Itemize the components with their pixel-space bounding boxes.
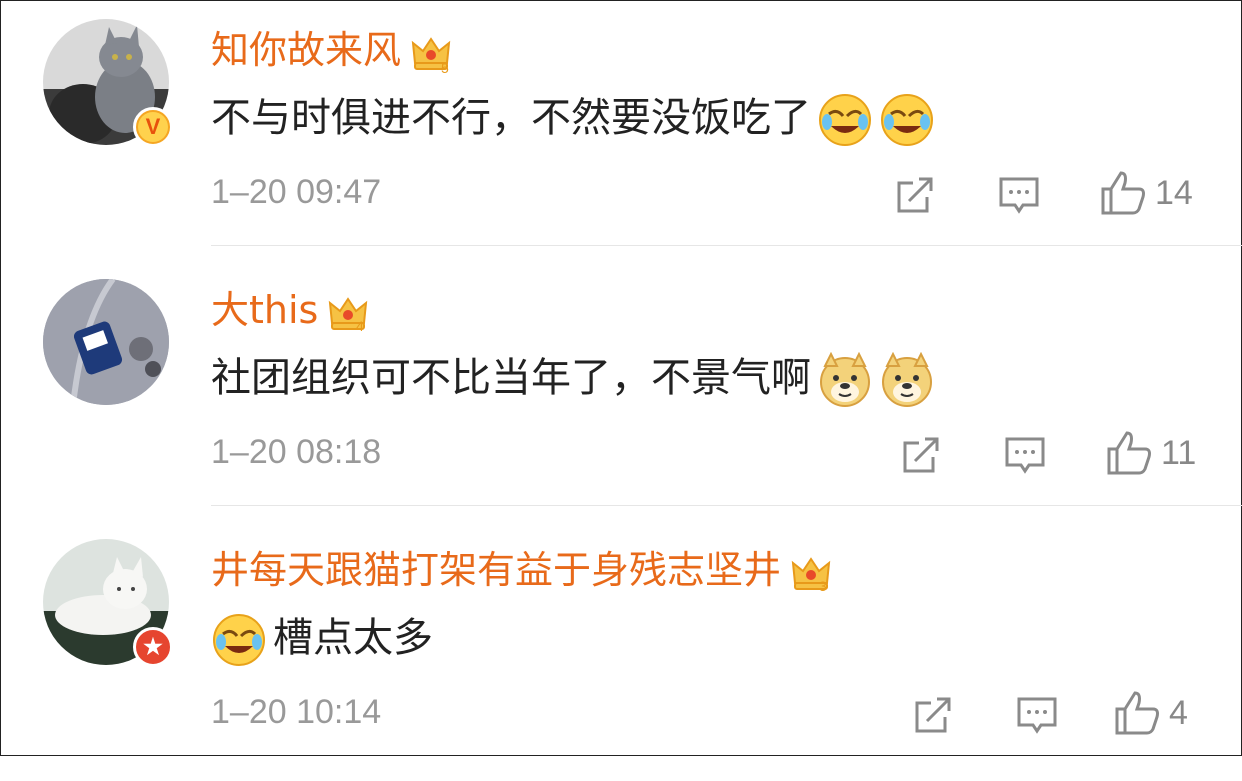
comment-icon (1017, 697, 1057, 734)
thumbs-up-icon (1101, 171, 1145, 215)
divider (211, 245, 1242, 246)
crown-level-icon: 5 (409, 31, 453, 76)
like-button[interactable]: 4 (1113, 691, 1188, 735)
laugh-cry-emoji (817, 92, 873, 148)
crown-level-icon: 4 (326, 291, 370, 335)
svg-text:5: 5 (441, 60, 449, 75)
comment-timestamp: 1–20 10:14 (211, 693, 382, 731)
username[interactable]: 井每天跟猫打架有益于身残志坚井 3 (211, 539, 833, 595)
thumbs-up-icon (1107, 431, 1151, 475)
laugh-cry-emoji (879, 92, 935, 148)
like-button[interactable]: 11 (1105, 431, 1196, 475)
username[interactable]: 知你故来风 5 (211, 19, 453, 76)
avatar[interactable] (43, 279, 169, 405)
avatar[interactable]: V (43, 19, 173, 147)
comment-text: 不与时俱进不行，不然要没饭吃了 (211, 85, 935, 148)
like-count: 4 (1169, 693, 1188, 732)
reply-button[interactable] (1003, 433, 1047, 477)
doge-emoji (879, 351, 935, 408)
share-button[interactable] (899, 433, 943, 477)
comment-item: ★ 井每天跟猫打架有益于身残志坚井 3 槽点太多 1–20 10:14 4 (1, 521, 1242, 781)
username-label: 知你故来风 (211, 28, 402, 72)
share-icon (915, 697, 951, 733)
share-icon (897, 177, 933, 213)
doge-emoji (817, 351, 873, 408)
like-button[interactable]: 14 (1099, 171, 1193, 215)
like-count: 14 (1155, 173, 1193, 212)
username-label: 井每天跟猫打架有益于身残志坚井 (211, 548, 782, 592)
share-icon (903, 437, 939, 473)
share-button[interactable] (911, 693, 955, 737)
comment-timestamp: 1–20 09:47 (211, 173, 382, 211)
svg-text:3: 3 (819, 578, 827, 594)
comment-item: 大this 4 社团组织可不比当年了，不景气啊 1–20 08:18 11 (1, 261, 1242, 521)
comment-text: 槽点太多 (211, 605, 433, 668)
reply-button[interactable] (1015, 693, 1059, 737)
laugh-cry-emoji (211, 612, 267, 668)
divider (211, 505, 1242, 506)
comment-item: V 知你故来风 5 不与时俱进不行，不然要没饭吃了 1–20 09:47 14 (1, 1, 1242, 261)
like-count: 11 (1161, 433, 1197, 472)
star-badge-icon: ★ (133, 627, 173, 667)
crown-level-icon: 3 (789, 551, 833, 595)
svg-text:4: 4 (356, 318, 364, 334)
verified-badge-icon: V (133, 107, 173, 147)
thumbs-up-icon (1115, 691, 1159, 735)
username-label: 大this (211, 288, 319, 332)
comment-text: 社团组织可不比当年了，不景气啊 (211, 345, 935, 408)
avatar-image (43, 279, 169, 405)
comment-list: V 知你故来风 5 不与时俱进不行，不然要没饭吃了 1–20 09:47 14 (0, 0, 1242, 756)
comment-icon (1005, 437, 1045, 474)
comment-icon (999, 177, 1039, 214)
comment-timestamp: 1–20 08:18 (211, 433, 382, 471)
reply-button[interactable] (997, 173, 1041, 217)
username[interactable]: 大this 4 (211, 279, 370, 335)
share-button[interactable] (893, 173, 937, 217)
avatar[interactable]: ★ (43, 539, 173, 667)
